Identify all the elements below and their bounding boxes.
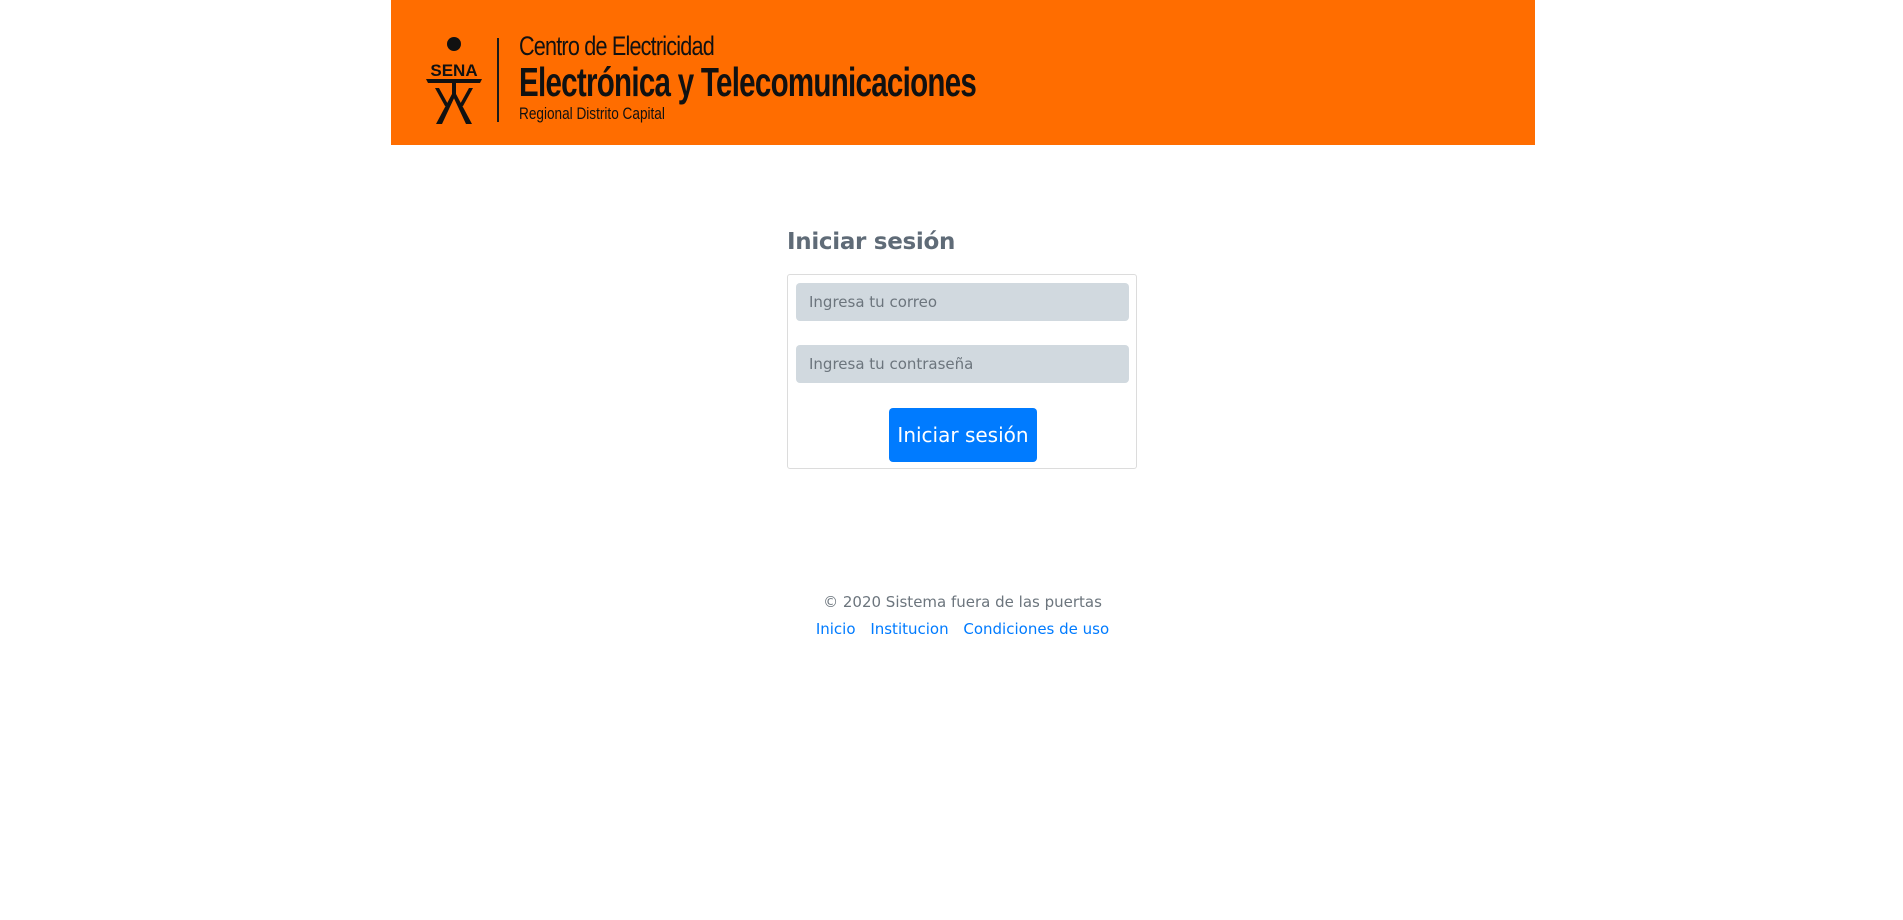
login-button[interactable]: Iniciar sesión (889, 408, 1037, 462)
login-page: SENA Centro de Electricidad Electrónica … (0, 0, 1903, 920)
footer-link-inicio[interactable]: Inicio (816, 620, 856, 638)
footer-links: Inicio Institucion Condiciones de uso (0, 618, 1903, 640)
footer-link-institucion[interactable]: Institucion (870, 620, 948, 638)
email-input[interactable] (796, 283, 1129, 321)
svg-text:SENA: SENA (430, 61, 477, 80)
banner-line-1: Centro de Electricidad (519, 31, 715, 61)
login-title: Iniciar sesión (787, 229, 956, 255)
password-input[interactable] (796, 345, 1129, 383)
header-banner: SENA Centro de Electricidad Electrónica … (391, 0, 1535, 145)
sena-logo-icon: SENA (426, 37, 482, 124)
banner-line-3: Regional Distrito Capital (519, 104, 665, 123)
login-form: Iniciar sesión (787, 274, 1137, 469)
copyright-text: © 2020 Sistema fuera de las puertas (823, 593, 1102, 611)
institution-name: Centro de Electricidad Electrónica y Tel… (519, 30, 1154, 124)
banner-line-2: Electrónica y Telecomunicaciones (519, 59, 977, 105)
footer-link-condiciones[interactable]: Condiciones de uso (963, 620, 1109, 638)
logo-divider (497, 38, 499, 122)
footer: © 2020 Sistema fuera de las puertas Inic… (0, 590, 1903, 640)
